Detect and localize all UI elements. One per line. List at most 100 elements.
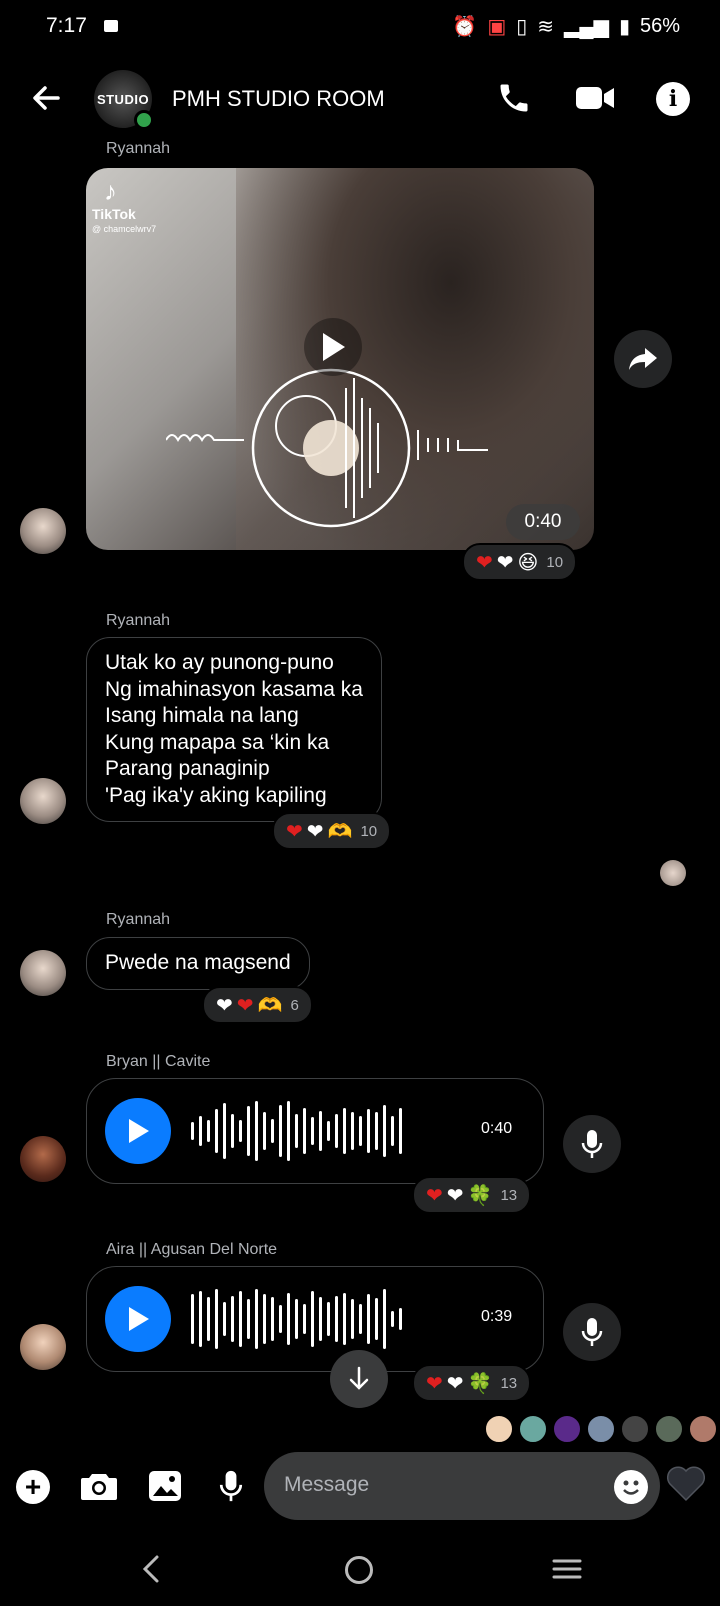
read-receipt-avatar <box>586 1414 616 1444</box>
play-icon <box>323 333 345 361</box>
message-line: Ng imahinasyon kasama ka <box>105 677 363 701</box>
audio-waveform[interactable] <box>191 1098 402 1164</box>
avatar[interactable] <box>20 1324 66 1370</box>
add-button[interactable]: + <box>16 1470 50 1504</box>
emoji-button[interactable] <box>614 1470 648 1504</box>
reaction-count: 13 <box>500 1374 518 1392</box>
online-indicator <box>134 110 154 130</box>
message-reactions[interactable]: ❤ ❤ 🍀 13 <box>412 1364 532 1402</box>
message-line: Kung mapapa sa ‘kin ka <box>105 730 330 754</box>
wifi-icon: ≋ <box>537 16 555 38</box>
back-arrow-icon <box>33 86 60 110</box>
camera-button[interactable] <box>80 1470 118 1507</box>
voice-duration: 0:40 <box>481 1120 513 1137</box>
tiktok-username: @ chamcelwrv7 <box>92 224 157 234</box>
red-heart-reaction-icon: ❤ <box>476 551 493 574</box>
status-icons: ⏰ ▣ ▯ ≋ ▂▄▆ ▮ 56% <box>452 14 680 39</box>
message-line: Parang panaginip <box>105 757 270 780</box>
voice-reply-button[interactable] <box>563 1115 621 1173</box>
message-bubble[interactable]: Utak ko ay punong-puno Ng imahinasyon ka… <box>86 637 382 822</box>
alarm-icon: ⏰ <box>452 16 478 38</box>
group-avatar-text: STUDIO <box>96 91 150 107</box>
plus-icon: + <box>24 1471 42 1502</box>
menu-lines-icon <box>552 1559 582 1579</box>
four-leaf-clover-reaction-icon: 🍀 <box>467 1372 493 1395</box>
read-receipt-avatar <box>484 1414 514 1444</box>
tiktok-watermark: TikTok <box>92 206 136 222</box>
voice-call-button[interactable] <box>496 80 532 121</box>
voice-record-button[interactable] <box>218 1468 244 1509</box>
gallery-button[interactable] <box>148 1470 182 1507</box>
avatar[interactable] <box>20 1136 66 1182</box>
heart-hands-reaction-icon: 🫶 <box>257 994 283 1017</box>
voice-message: 0:39 <box>86 1266 544 1372</box>
video-call-button[interactable] <box>574 82 616 119</box>
share-forward-icon <box>629 348 657 370</box>
camera-icon <box>81 1474 117 1500</box>
microphone-icon <box>219 1470 243 1502</box>
reaction-count: 6 <box>290 996 299 1014</box>
status-app-icon <box>104 20 118 32</box>
red-heart-reaction-icon: ❤ <box>426 1184 443 1207</box>
laughing-reaction-icon: 😆 <box>517 551 539 574</box>
white-heart-reaction-icon: ❤ <box>446 1184 464 1207</box>
microphone-icon <box>581 1130 603 1158</box>
four-leaf-clover-reaction-icon: 🍀 <box>467 1184 493 1207</box>
audio-waveform[interactable] <box>191 1286 402 1352</box>
forward-button[interactable] <box>614 330 672 388</box>
vibrate-icon: ▯ <box>516 16 528 38</box>
video-duration-badge: 0:40 <box>506 504 580 540</box>
reaction-count: 10 <box>546 553 564 571</box>
vinyl-waveform-graphic <box>166 368 488 528</box>
message-reactions[interactable]: ❤ ❤ 😆 10 <box>462 543 578 581</box>
info-button[interactable]: i <box>656 82 690 116</box>
white-heart-reaction-icon: ❤ <box>306 820 324 843</box>
reaction-count: 13 <box>500 1186 518 1204</box>
red-heart-reaction-icon: ❤ <box>286 820 303 843</box>
back-button[interactable] <box>28 80 64 116</box>
read-receipt-avatar <box>620 1414 650 1444</box>
read-receipt-avatar <box>660 860 686 886</box>
battery-percent: 56% <box>639 15 680 37</box>
play-icon <box>129 1307 149 1331</box>
voice-play-button[interactable] <box>105 1098 171 1164</box>
red-heart-reaction-icon: ❤ <box>236 994 254 1017</box>
read-receipt-avatar <box>654 1414 684 1444</box>
signal-icon: ▂▄▆ <box>564 16 609 38</box>
video-play-button[interactable] <box>304 318 362 376</box>
reaction-count: 10 <box>360 822 378 840</box>
message-line: Utak ko ay punong-puno <box>105 651 334 674</box>
scroll-to-bottom-button[interactable] <box>330 1350 388 1408</box>
quick-reaction-button[interactable] <box>666 1466 706 1507</box>
sender-name: Ryannah <box>106 140 171 157</box>
sender-name: Ryannah <box>106 612 171 629</box>
chat-title[interactable]: PMH STUDIO ROOM <box>172 86 385 112</box>
read-receipt-avatar <box>518 1414 548 1444</box>
image-icon <box>149 1471 181 1501</box>
arrow-down-icon <box>349 1366 369 1390</box>
avatar[interactable] <box>20 950 66 996</box>
read-receipts[interactable] <box>484 1414 718 1444</box>
nav-back-button[interactable] <box>140 1554 162 1589</box>
message-reactions[interactable]: ❤ ❤ 🍀 13 <box>412 1176 532 1214</box>
nav-home-button[interactable] <box>345 1556 373 1584</box>
cast-icon: ▣ <box>487 16 507 38</box>
avatar[interactable] <box>20 778 66 824</box>
voice-reply-button[interactable] <box>563 1303 621 1361</box>
sender-name: Aira || Agusan Del Norte <box>106 1241 278 1258</box>
microphone-icon <box>581 1318 603 1346</box>
phone-icon <box>500 84 528 112</box>
message-reactions[interactable]: ❤ ❤ 🫶 6 <box>202 986 313 1024</box>
message-placeholder: Message <box>284 1473 370 1496</box>
avatar[interactable] <box>20 508 66 554</box>
video-attachment[interactable]: ♪ TikTok @ chamcelwrv7 0:40 <box>86 168 594 550</box>
message-bubble[interactable]: Pwede na magsend <box>86 937 310 990</box>
voice-message: 0:40 <box>86 1078 544 1184</box>
status-time: 7:17 <box>46 14 87 37</box>
white-heart-reaction-icon: ❤ <box>446 1372 464 1395</box>
nav-recents-button[interactable] <box>552 1558 582 1585</box>
video-duration: 0:40 <box>524 511 562 532</box>
voice-play-button[interactable] <box>105 1286 171 1352</box>
message-reactions[interactable]: ❤ ❤ 🫶 10 <box>272 812 392 850</box>
white-heart-reaction-icon: ❤ <box>216 994 233 1017</box>
